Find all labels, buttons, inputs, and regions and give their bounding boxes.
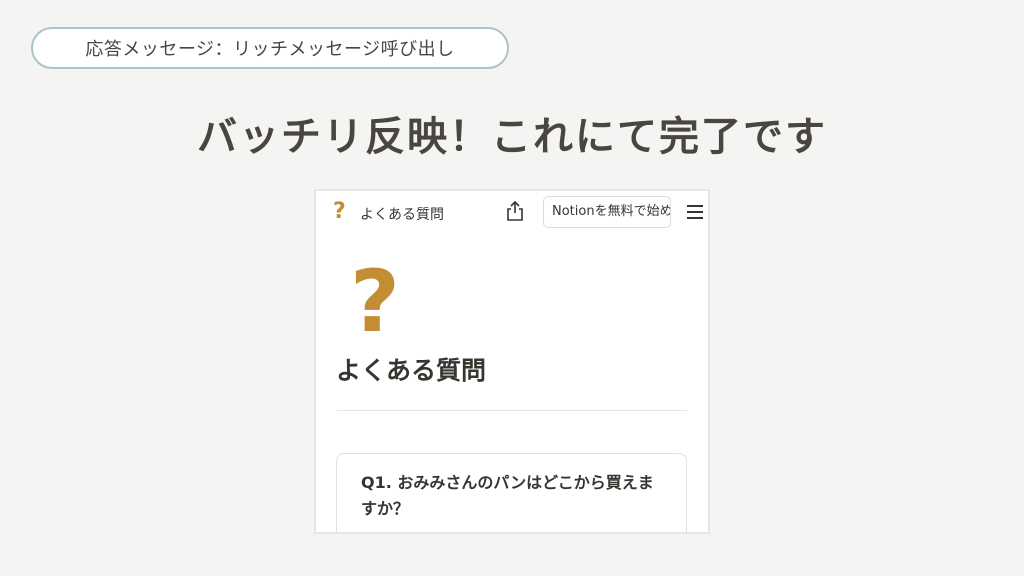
page-question-icon: ? xyxy=(350,252,400,352)
question-icon: ? xyxy=(333,199,346,224)
try-notion-free-button[interactable]: Notionを無料で始め xyxy=(543,196,671,228)
slide-headline: バッチリ反映！これにて完了です xyxy=(197,114,827,160)
topbar-page-title[interactable]: よくある質問 xyxy=(360,204,444,224)
faq-question: Q1. おみみさんのパンはどこから買えますか？ xyxy=(361,473,654,518)
hamburger-menu-icon[interactable] xyxy=(687,205,703,219)
faq-card[interactable]: Q1. おみみさんのパンはどこから買えますか？ xyxy=(336,453,687,532)
section-tag: 応答メッセージ：リッチメッセージ呼び出し xyxy=(31,27,509,69)
notion-topbar: ? よくある質問 Notionを無料で始め xyxy=(316,191,708,235)
share-icon[interactable] xyxy=(506,201,524,221)
section-tag-label: 応答メッセージ：リッチメッセージ呼び出し xyxy=(85,39,455,60)
page-title: よくある質問 xyxy=(336,356,487,385)
notion-page-screenshot: ? よくある質問 Notionを無料で始め ? よくある質問 Q1. おみみさん… xyxy=(314,189,710,534)
divider xyxy=(337,410,687,411)
